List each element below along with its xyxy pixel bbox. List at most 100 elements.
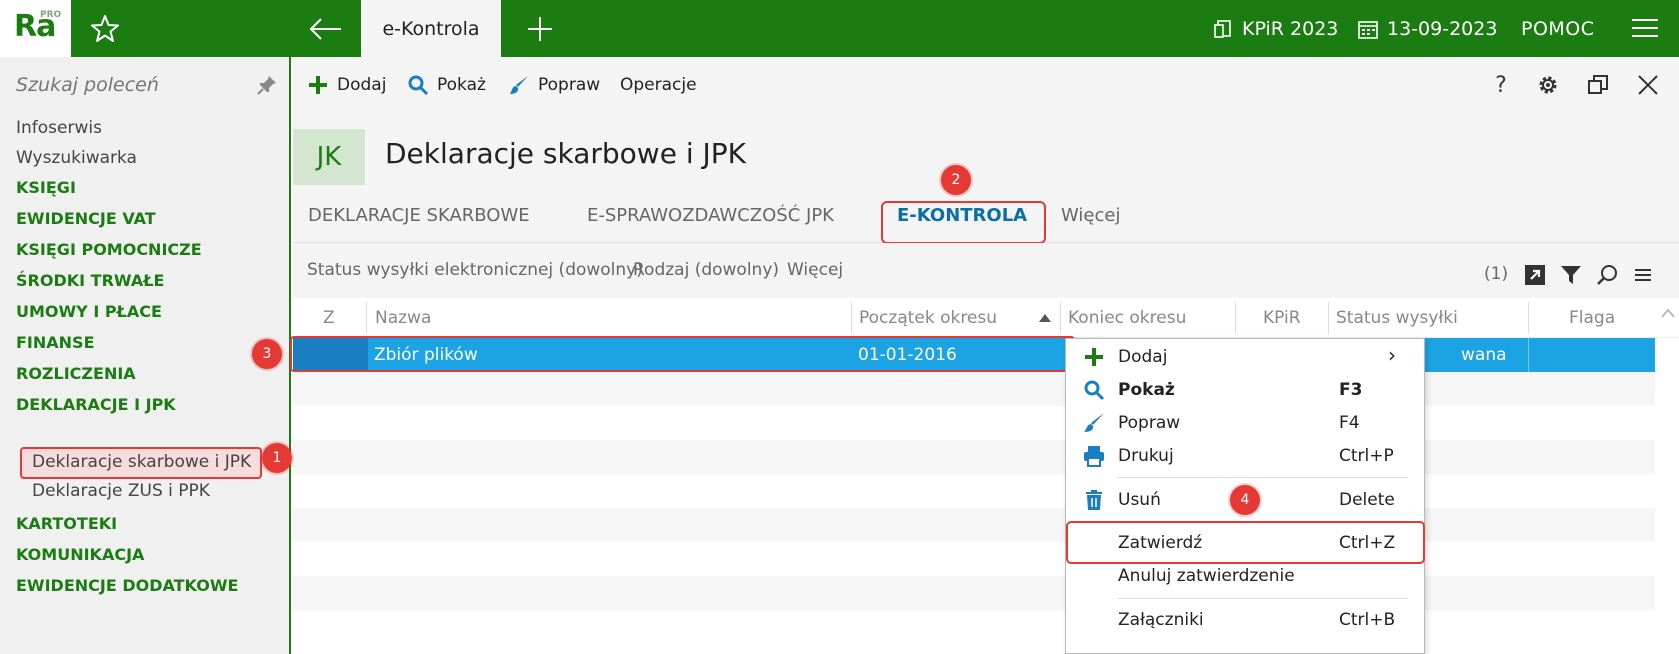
export-icon[interactable] (1523, 263, 1547, 287)
filter-rodzaj[interactable]: Rodzaj (dowolny) (633, 260, 779, 280)
empty-row (293, 440, 1655, 474)
help-label: POMOC (1521, 17, 1595, 40)
callout-badge-3: 3 (252, 339, 282, 369)
empty-row (293, 474, 1655, 508)
book-selector[interactable]: KPiR 2023 (1212, 0, 1338, 57)
add-button-label: Dodaj (337, 75, 387, 95)
empty-row (293, 610, 1655, 644)
brush-icon (1084, 413, 1104, 432)
add-button[interactable]: Dodaj (307, 57, 386, 113)
close-icon[interactable] (1633, 70, 1663, 100)
app-logo[interactable]: Ra PRO (0, 0, 71, 57)
menu-item-edit-shortcut: F4 (1339, 413, 1360, 433)
date-selector[interactable]: 13-09-2023 (1357, 0, 1497, 57)
col-header-name[interactable]: Nazwa (375, 308, 431, 328)
operations-button[interactable]: Operacje (620, 57, 697, 113)
col-header-end[interactable]: Koniec okresu (1068, 308, 1186, 328)
magnifier-icon (408, 75, 429, 96)
edit-button[interactable]: Popraw (508, 57, 600, 113)
nav-section-ksiegi[interactable]: KSIĘGI (16, 178, 76, 197)
tab-wiecej[interactable]: Więcej (1061, 205, 1120, 226)
filter-count: (1) (1484, 264, 1509, 284)
help-question-icon[interactable]: ? (1486, 70, 1516, 100)
nav-section-ewidencje-vat[interactable]: EWIDENCJE VAT (16, 209, 156, 228)
new-tab-plus-icon[interactable] (522, 12, 558, 46)
date-label: 13-09-2023 (1387, 17, 1498, 40)
filter-funnel-icon[interactable] (1559, 263, 1583, 287)
filter-status-wysylki[interactable]: Status wysyłki elektronicznej (dowolny) (307, 260, 643, 280)
hamburger-menu-icon[interactable] (1630, 16, 1660, 40)
show-button[interactable]: Pokaż (407, 57, 486, 113)
col-header-status[interactable]: Status wysyłki (1336, 308, 1458, 328)
operations-button-label: Operacje (620, 75, 697, 95)
nav-section-ewidencje-dodatkowe[interactable]: EWIDENCJE DODATKOWE (16, 576, 238, 595)
nav-wyszukiwarka[interactable]: Wyszukiwarka (16, 148, 137, 168)
menu-item-add-label: Dodaj (1118, 347, 1168, 367)
nav-section-kartoteki[interactable]: KARTOTEKI (16, 514, 117, 533)
col-header-flag[interactable]: Flaga (1569, 308, 1615, 328)
menu-separator (1118, 598, 1408, 599)
empty-row (293, 576, 1655, 610)
callout-badge-4: 4 (1230, 485, 1260, 515)
toolbar: Dodaj Pokaż Popraw Operacje ? (293, 57, 1679, 113)
empty-row (293, 372, 1655, 406)
nav-item-deklaracje-zus[interactable]: Deklaracje ZUS i PPK (32, 481, 210, 501)
page-header: JK Deklaracje skarbowe i JPK (293, 113, 1679, 191)
menu-item-edit[interactable]: Popraw F4 (1066, 406, 1424, 440)
menu-item-show-label: Pokaż (1118, 380, 1175, 400)
callout-badge-1: 1 (262, 443, 292, 473)
page-title: Deklaracje skarbowe i JPK (385, 137, 747, 170)
tab-e-kontrola[interactable]: e-Kontrola (361, 0, 501, 57)
back-arrow-icon[interactable] (305, 12, 345, 46)
col-divider (851, 302, 852, 334)
restore-window-icon[interactable] (1583, 70, 1613, 100)
menu-item-attachments[interactable]: Załączniki Ctrl+B (1066, 603, 1424, 637)
empty-row (293, 542, 1655, 576)
view-tabs: DEKLARACJE SKARBOWE E-SPRAWOZDAWCZOŚĆ JP… (293, 191, 1679, 244)
menu-separator (1118, 477, 1408, 478)
favorites-star-icon[interactable] (88, 12, 122, 46)
pin-icon[interactable] (256, 74, 278, 96)
nav-section-srodki-trwale[interactable]: ŚRODKI TRWAŁE (16, 271, 164, 290)
tab-e-kontrola-view[interactable]: E-KONTROLA (897, 205, 1027, 226)
nav-infoserwis[interactable]: Infoserwis (16, 118, 102, 138)
nav-section-rozliczenia[interactable]: ROZLICZENIA (16, 364, 136, 383)
sidebar: Infoserwis Wyszukiwarka KSIĘGI EWIDENCJE… (0, 57, 291, 654)
search-icon[interactable] (1595, 263, 1619, 287)
sort-asc-icon (1039, 314, 1051, 322)
magnifier-icon (1084, 380, 1105, 401)
col-header-z[interactable]: Z (323, 308, 335, 328)
nav-section-finanse[interactable]: FINANSE (16, 333, 95, 352)
menu-item-cancel-approval[interactable]: Anuluj zatwierdzenie (1066, 559, 1424, 593)
logo-pro-label: PRO (40, 10, 62, 20)
col-header-kpir[interactable]: KPiR (1263, 308, 1301, 328)
menu-item-add[interactable]: Dodaj › (1066, 340, 1424, 374)
nav-section-ksiegi-pomocnicze[interactable]: KSIĘGI POMOCNICZE (16, 240, 202, 259)
settings-gear-icon[interactable] (1533, 70, 1563, 100)
nav-section-komunikacja[interactable]: KOMUNIKACJA (16, 545, 144, 564)
tab-e-kontrola-label: e-Kontrola (382, 17, 480, 40)
command-search-input[interactable] (16, 71, 246, 99)
filter-wiecej[interactable]: Więcej (787, 260, 843, 280)
nav-item-deklaracje-skarbowe[interactable]: Deklaracje skarbowe i JPK (32, 452, 251, 472)
nav-section-umowy-i-place[interactable]: UMOWY I PŁACE (16, 302, 162, 321)
help-link[interactable]: POMOC (1521, 0, 1595, 57)
scroll-up-icon[interactable] (1660, 306, 1676, 320)
command-search (0, 57, 289, 113)
col-divider (1235, 302, 1236, 334)
col-header-start[interactable]: Początek okresu (859, 308, 997, 328)
module-badge: JK (293, 129, 365, 185)
list-menu-icon[interactable] (1631, 263, 1655, 287)
top-bar: Ra PRO e-Kontrola KPiR 2023 13-09-2023 P… (0, 0, 1679, 57)
menu-item-edit-label: Popraw (1118, 413, 1181, 433)
plus-icon (1085, 348, 1103, 366)
menu-item-print[interactable]: Drukuj Ctrl+P (1066, 439, 1424, 473)
menu-item-show[interactable]: Pokaż F3 (1066, 373, 1424, 407)
col-divider (1528, 302, 1529, 334)
menu-item-attachments-shortcut: Ctrl+B (1339, 610, 1396, 630)
tab-e-sprawozdawczosc-jpk[interactable]: E-SPRAWOZDAWCZOŚĆ JPK (587, 205, 834, 226)
tab-deklaracje-skarbowe[interactable]: DEKLARACJE SKARBOWE (308, 205, 530, 226)
nav-section-deklaracje-i-jpk[interactable]: DEKLARACJE I JPK (16, 395, 176, 414)
trash-icon (1086, 490, 1102, 510)
brush-icon (510, 76, 528, 94)
